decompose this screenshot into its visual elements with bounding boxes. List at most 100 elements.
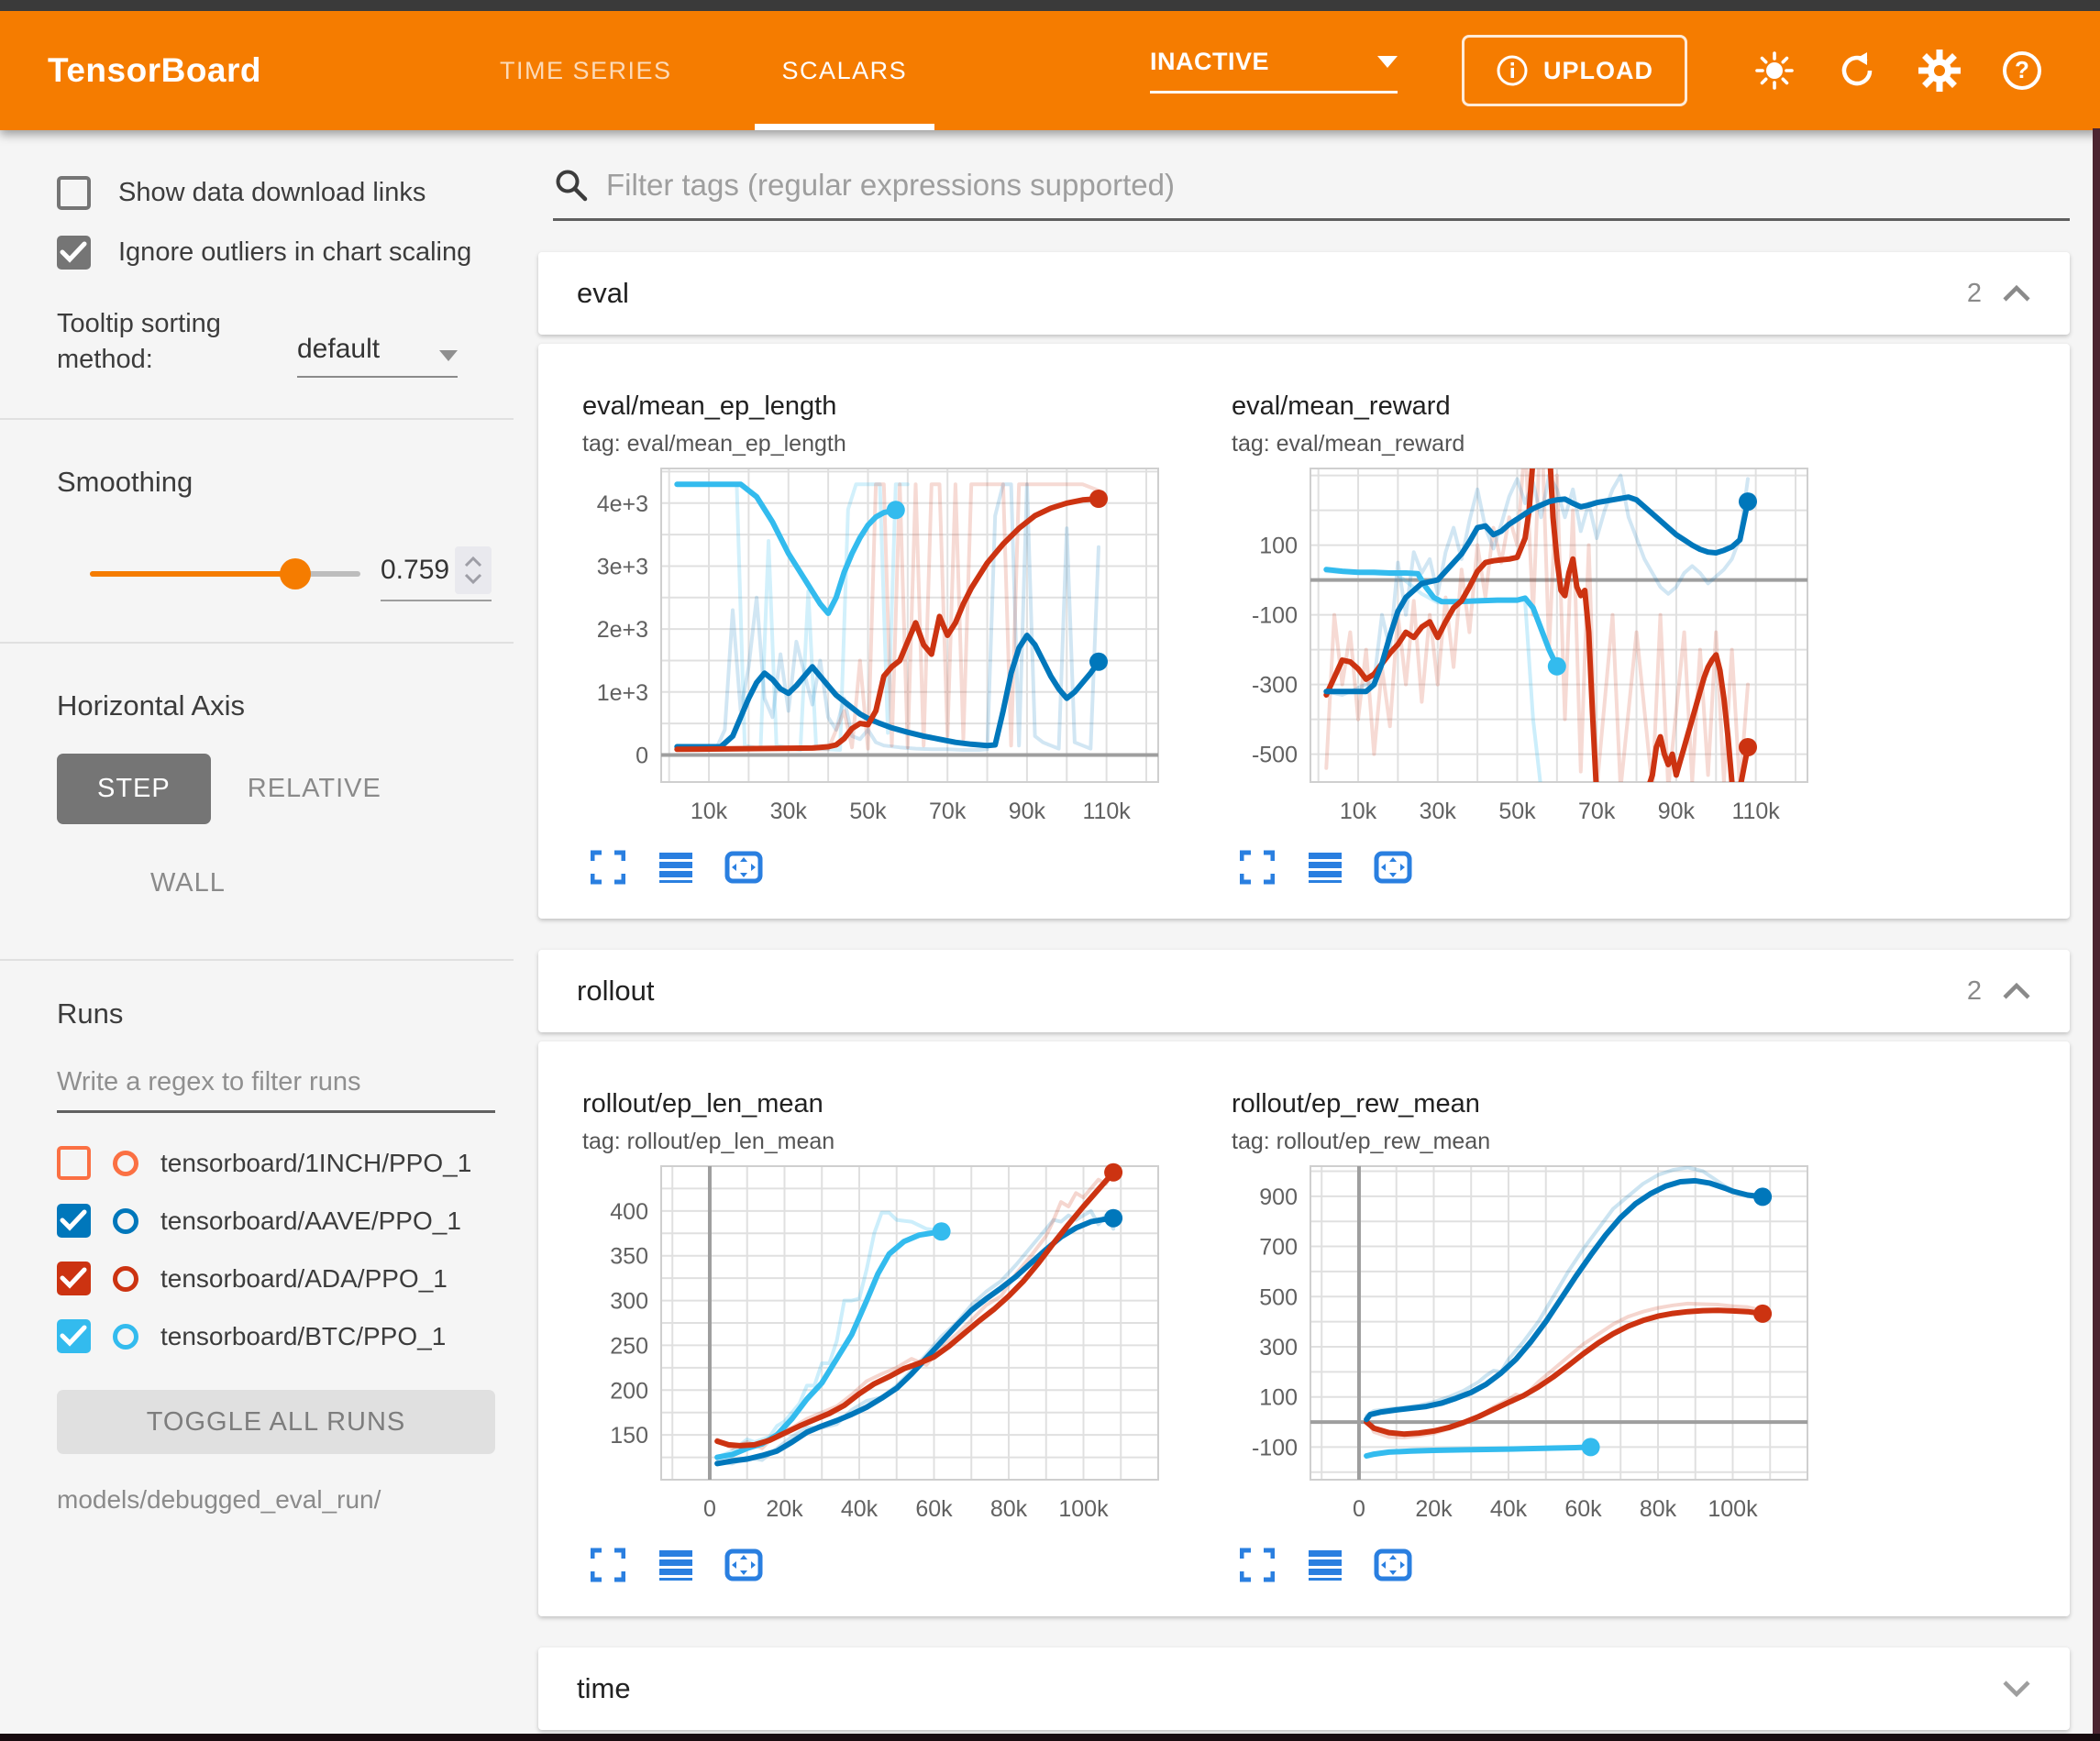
- run-checkbox[interactable]: [57, 1262, 91, 1295]
- chart-title: eval/mean_ep_length: [582, 391, 1232, 422]
- svg-text:0: 0: [636, 743, 648, 768]
- fullscreen-icon[interactable]: [1237, 1545, 1277, 1585]
- brightness-icon[interactable]: [1753, 50, 1796, 92]
- line-chart[interactable]: 020k40k60k80k100k900700500300100-100: [1232, 1155, 1881, 1539]
- chart-title: rollout/ep_rew_mean: [1232, 1089, 1881, 1119]
- data-status-select[interactable]: INACTIVE: [1150, 48, 1398, 94]
- chevron-down-icon[interactable]: [2002, 1679, 2031, 1699]
- svg-text:400: 400: [610, 1199, 648, 1225]
- refresh-icon[interactable]: [1836, 50, 1878, 92]
- run-row[interactable]: tensorboard/BTC/PPO_1: [57, 1319, 495, 1353]
- app-toolbar: TensorBoard TIME SERIES SCALARS INACTIVE…: [0, 11, 2100, 130]
- tab-time-series[interactable]: TIME SERIES: [445, 11, 727, 130]
- run-color-swatch: [113, 1151, 138, 1176]
- section-title: time: [577, 1672, 631, 1705]
- section-header-time[interactable]: time: [538, 1647, 2070, 1730]
- section-header-rollout[interactable]: rollout 2: [538, 950, 2070, 1032]
- svg-text:20k: 20k: [766, 1496, 803, 1522]
- smoothing-value-input[interactable]: 0.759: [381, 555, 449, 586]
- data-table-icon[interactable]: [1305, 847, 1345, 887]
- section-header-eval[interactable]: eval 2: [538, 252, 2070, 335]
- tooltip-sorting-value: default: [297, 334, 380, 365]
- svg-text:?: ?: [2015, 56, 2029, 83]
- data-table-icon[interactable]: [656, 847, 696, 887]
- ignore-outliers-checkbox[interactable]: [57, 236, 91, 270]
- horizontal-axis-label: Horizontal Axis: [57, 689, 495, 722]
- chart-tag: tag: eval/mean_ep_length: [582, 431, 1232, 457]
- svg-text:1e+3: 1e+3: [597, 680, 648, 706]
- svg-text:100k: 100k: [1708, 1496, 1758, 1522]
- svg-text:2e+3: 2e+3: [597, 617, 648, 643]
- svg-text:3e+3: 3e+3: [597, 554, 648, 579]
- fit-domain-icon[interactable]: [1373, 1545, 1413, 1585]
- tooltip-sorting-label: Tooltip sorting method:: [57, 306, 286, 378]
- svg-text:-500: -500: [1252, 743, 1298, 768]
- smoothing-slider-knob[interactable]: [280, 558, 311, 590]
- fit-domain-icon[interactable]: [724, 1545, 764, 1585]
- svg-text:90k: 90k: [1009, 799, 1046, 824]
- axis-step-button[interactable]: STEP: [57, 754, 211, 824]
- smoothing-stepper[interactable]: [455, 546, 492, 594]
- run-checkbox[interactable]: [57, 1146, 91, 1180]
- svg-text:40k: 40k: [841, 1496, 879, 1522]
- tooltip-sorting-select[interactable]: default: [297, 334, 458, 378]
- run-label: tensorboard/ADA/PPO_1: [160, 1264, 448, 1294]
- toggle-all-runs-button[interactable]: TOGGLE ALL RUNS: [57, 1390, 495, 1454]
- chevron-up-icon[interactable]: [2002, 981, 2031, 1001]
- run-checkbox[interactable]: [57, 1319, 91, 1353]
- chart-eval-mean-reward: eval/mean_reward tag: eval/mean_reward 1…: [1232, 391, 1881, 887]
- fit-domain-icon[interactable]: [1373, 847, 1413, 887]
- svg-text:100: 100: [1259, 1385, 1298, 1411]
- app-title: TensorBoard: [48, 51, 261, 90]
- line-chart[interactable]: 020k40k60k80k100k150200250300350400: [582, 1155, 1232, 1539]
- ignore-outliers-row[interactable]: Ignore outliers in chart scaling: [57, 236, 495, 270]
- run-checkbox[interactable]: [57, 1204, 91, 1238]
- fullscreen-icon[interactable]: [588, 1545, 628, 1585]
- chart-title: rollout/ep_len_mean: [582, 1089, 1232, 1119]
- runs-filter-input[interactable]: Write a regex to filter runs: [57, 1067, 495, 1113]
- axis-relative-button[interactable]: RELATIVE: [211, 754, 418, 824]
- axis-wall-button[interactable]: WALL: [114, 848, 262, 919]
- svg-text:20k: 20k: [1415, 1496, 1453, 1522]
- data-table-icon[interactable]: [656, 1545, 696, 1585]
- fullscreen-icon[interactable]: [588, 847, 628, 887]
- svg-text:150: 150: [610, 1423, 648, 1449]
- svg-text:0: 0: [1353, 1496, 1365, 1522]
- svg-text:4e+3: 4e+3: [597, 491, 648, 517]
- upload-button[interactable]: UPLOAD: [1462, 35, 1687, 106]
- chevron-up-icon[interactable]: [2002, 283, 2031, 303]
- fullscreen-icon[interactable]: [1237, 847, 1277, 887]
- show-download-links-checkbox[interactable]: [57, 176, 91, 210]
- section-count: 2: [1967, 976, 1982, 1007]
- svg-text:10k: 10k: [691, 799, 728, 824]
- runs-directory-caption: models/debugged_eval_run/: [57, 1485, 495, 1515]
- help-icon[interactable]: ?: [2001, 50, 2043, 92]
- line-chart[interactable]: 10k30k50k70k90k110k100-100-300-500: [1232, 457, 1881, 842]
- svg-text:700: 700: [1259, 1235, 1298, 1261]
- line-chart[interactable]: 10k30k50k70k90k110k01e+32e+33e+34e+3: [582, 457, 1232, 842]
- svg-text:50k: 50k: [849, 799, 887, 824]
- svg-text:300: 300: [610, 1289, 648, 1315]
- window-right-edge: [2093, 128, 2100, 1741]
- scalars-dashboard: eval 2 eval/mean_ep_length tag: eval/mea…: [514, 130, 2093, 1734]
- svg-text:50k: 50k: [1498, 799, 1536, 824]
- fit-domain-icon[interactable]: [724, 847, 764, 887]
- search-icon: [553, 167, 590, 204]
- run-row[interactable]: tensorboard/ADA/PPO_1: [57, 1262, 495, 1295]
- svg-text:900: 900: [1259, 1185, 1298, 1210]
- run-row[interactable]: tensorboard/AAVE/PPO_1: [57, 1204, 495, 1238]
- svg-text:90k: 90k: [1658, 799, 1696, 824]
- settings-sidebar: Show data download links Ignore outliers…: [0, 130, 514, 1734]
- svg-text:350: 350: [610, 1244, 648, 1270]
- smoothing-slider[interactable]: [90, 571, 360, 577]
- data-table-icon[interactable]: [1305, 1545, 1345, 1585]
- tab-scalars[interactable]: SCALARS: [727, 11, 963, 130]
- svg-text:500: 500: [1259, 1284, 1298, 1310]
- settings-icon[interactable]: [1918, 50, 1961, 92]
- run-row[interactable]: tensorboard/1INCH/PPO_1: [57, 1146, 495, 1180]
- data-status-value: INACTIVE: [1150, 48, 1269, 76]
- show-download-links-row[interactable]: Show data download links: [57, 176, 495, 210]
- info-icon: [1496, 54, 1529, 87]
- filter-tags-input[interactable]: [606, 168, 1982, 203]
- chart-rollout-ep-rew-mean: rollout/ep_rew_mean tag: rollout/ep_rew_…: [1232, 1089, 1881, 1585]
